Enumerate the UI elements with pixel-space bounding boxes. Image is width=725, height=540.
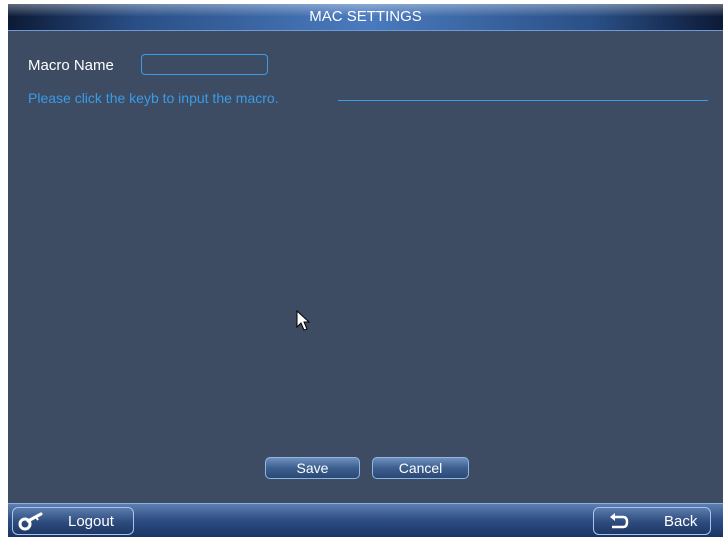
macro-input-line [338, 100, 708, 101]
macro-name-input[interactable] [141, 54, 268, 75]
mouse-pointer-icon [296, 310, 310, 331]
macro-hint-text: Please click the keyb to input the macro… [28, 90, 279, 106]
save-button[interactable]: Save [265, 457, 360, 479]
key-icon [18, 512, 43, 531]
logout-button[interactable]: Logout [12, 507, 134, 535]
cancel-button[interactable]: Cancel [372, 457, 469, 479]
back-button[interactable]: Back [593, 507, 711, 535]
mac-settings-window: MAC SETTINGS Macro Name Please click the… [8, 4, 723, 537]
logout-label: Logout [68, 513, 114, 530]
title-bar: MAC SETTINGS [8, 4, 723, 31]
macro-name-label: Macro Name [28, 57, 114, 74]
return-arrow-icon [610, 513, 629, 529]
window-title: MAC SETTINGS [309, 8, 422, 25]
bottom-bar: Logout Back [8, 503, 723, 537]
back-label: Back [664, 513, 698, 530]
